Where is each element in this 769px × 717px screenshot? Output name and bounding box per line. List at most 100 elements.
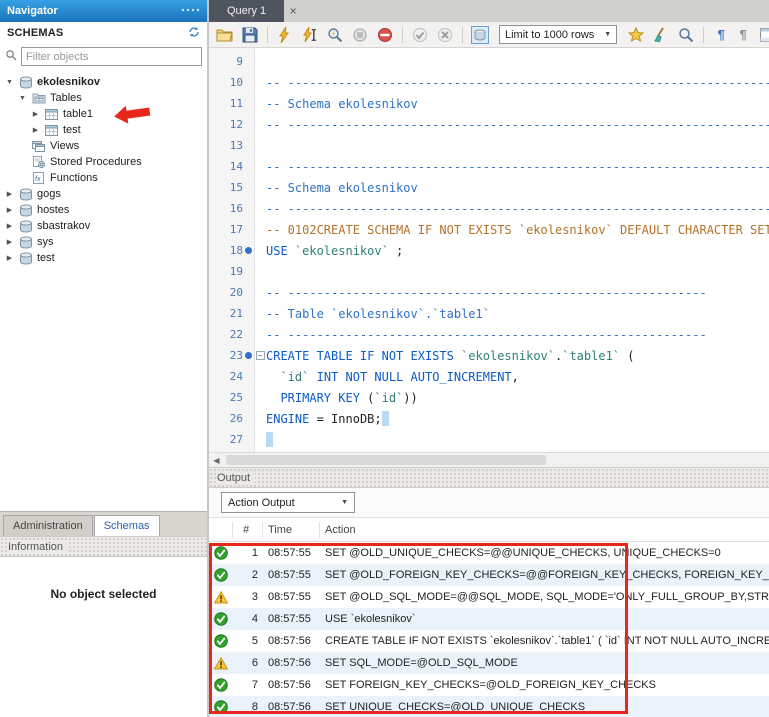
tree-item-tables[interactable]: ▼Tables xyxy=(0,90,207,106)
column-header-time[interactable]: Time xyxy=(263,522,320,538)
expand-arrow-icon[interactable]: ▶ xyxy=(5,222,14,230)
code-text: -- -------------------------------------… xyxy=(266,328,707,342)
wrap-icon[interactable]: ¶ xyxy=(732,25,754,45)
search-icon xyxy=(5,49,17,64)
execute-script-icon[interactable] xyxy=(274,25,296,45)
row-time: 08:57:55 xyxy=(263,613,320,625)
expand-arrow-icon[interactable]: ▶ xyxy=(31,110,40,118)
invisibles-icon[interactable]: ¶ xyxy=(710,25,732,45)
output-view-dropdown[interactable]: Action Output ▼ xyxy=(221,492,355,513)
tree-item-functions[interactable]: fxFunctions xyxy=(0,170,207,186)
row-time: 08:57:56 xyxy=(263,657,320,669)
views-icon xyxy=(31,141,46,152)
tree-item-sbastrakov[interactable]: ▶sbastrakov xyxy=(0,218,207,234)
tree-item-views[interactable]: Views xyxy=(0,138,207,154)
filter-input[interactable] xyxy=(21,47,202,66)
tree-item-stored-procedures[interactable]: Stored Procedures xyxy=(0,154,207,170)
sql-editor[interactable]: 910-- ----------------------------------… xyxy=(209,48,769,452)
row-action: SET SQL_MODE=@OLD_SQL_MODE xyxy=(320,657,769,669)
row-time: 08:57:56 xyxy=(263,679,320,691)
schema-icon xyxy=(18,76,33,89)
success-icon xyxy=(209,678,233,692)
editor-line: 26ENGINE = InnoDB; xyxy=(209,408,769,429)
code-text: ENGINE = InnoDB; xyxy=(266,411,389,426)
output-row[interactable]: 808:57:56SET UNIQUE_CHECKS=@OLD_UNIQUE_C… xyxy=(209,696,769,717)
line-number: 14 xyxy=(209,160,243,173)
beautify-icon[interactable] xyxy=(650,25,672,45)
save-snippet-icon[interactable] xyxy=(625,25,647,45)
tree-item-test[interactable]: ▶test xyxy=(0,122,207,138)
fold-collapse-icon[interactable]: − xyxy=(254,351,266,360)
output-row[interactable]: 708:57:56SET FOREIGN_KEY_CHECKS=@OLD_FOR… xyxy=(209,674,769,696)
stop-on-error-icon[interactable] xyxy=(374,25,396,45)
row-action: SET @OLD_UNIQUE_CHECKS=@@UNIQUE_CHECKS, … xyxy=(320,547,769,559)
code-text: -- Schema ekolesnikov xyxy=(266,97,418,111)
collapse-arrow-icon[interactable]: ▼ xyxy=(5,79,14,86)
autocommit-icon[interactable] xyxy=(469,25,491,45)
scrollbar-track[interactable] xyxy=(224,453,769,467)
close-tab-icon[interactable]: × xyxy=(284,0,302,22)
panel-grip-icon[interactable] xyxy=(180,5,200,18)
limit-rows-dropdown[interactable]: Limit to 1000 rows ▼ xyxy=(499,25,617,44)
line-number: 16 xyxy=(209,202,243,215)
code-text: -- -------------------------------------… xyxy=(266,76,769,90)
tree-item-ekolesnikov[interactable]: ▼ ekolesnikov xyxy=(0,74,207,90)
explain-icon[interactable] xyxy=(324,25,346,45)
editor-line: 15-- Schema ekolesnikov xyxy=(209,177,769,198)
svg-text:fx: fx xyxy=(35,176,41,183)
code-text: -- Schema ekolesnikov xyxy=(266,181,418,195)
tree-item-sys[interactable]: ▶sys xyxy=(0,234,207,250)
tab-administration[interactable]: Administration xyxy=(3,515,93,536)
code-text: -- -------------------------------------… xyxy=(266,286,707,300)
query-tab-label: Query 1 xyxy=(227,5,266,17)
line-number: 23 xyxy=(209,349,243,362)
tree-item-hostes[interactable]: ▶hostes xyxy=(0,202,207,218)
find-icon[interactable] xyxy=(675,25,697,45)
toolbar-separator xyxy=(402,27,403,43)
collapse-arrow-icon[interactable]: ▼ xyxy=(18,95,27,102)
editor-tabstrip: Query 1 × xyxy=(209,0,769,22)
tree-item-test[interactable]: ▶test xyxy=(0,250,207,266)
output-row[interactable]: 208:57:55SET @OLD_FOREIGN_KEY_CHECKS=@@F… xyxy=(209,564,769,586)
no-object-selected-text: No object selected xyxy=(50,587,156,717)
row-action: SET @OLD_SQL_MODE=@@SQL_MODE, SQL_MODE='… xyxy=(320,591,769,603)
output-row[interactable]: 608:57:56SET SQL_MODE=@OLD_SQL_MODE xyxy=(209,652,769,674)
stop-icon[interactable] xyxy=(349,25,371,45)
success-icon xyxy=(209,568,233,582)
execute-statement-icon[interactable] xyxy=(299,25,321,45)
output-row[interactable]: 408:57:55USE `ekolesnikov` xyxy=(209,608,769,630)
line-number: 12 xyxy=(209,118,243,131)
tab-schemas[interactable]: Schemas xyxy=(94,515,160,536)
scroll-left-icon[interactable]: ◀ xyxy=(209,453,224,467)
scrollbar-thumb[interactable] xyxy=(226,455,546,465)
save-icon[interactable] xyxy=(239,25,261,45)
tree-item-label: ekolesnikov xyxy=(37,76,100,88)
tree-item-label: Stored Procedures xyxy=(50,156,142,168)
output-row[interactable]: 308:57:55SET @OLD_SQL_MODE=@@SQL_MODE, S… xyxy=(209,586,769,608)
row-number: 8 xyxy=(233,701,263,713)
editor-hscrollbar[interactable]: ◀ xyxy=(209,452,769,467)
navigator-bottom-tabs: AdministrationSchemas xyxy=(0,511,207,536)
column-header-number[interactable]: # xyxy=(233,522,263,538)
refresh-icon[interactable] xyxy=(188,26,200,41)
rollback-icon[interactable] xyxy=(434,25,456,45)
expand-arrow-icon[interactable]: ▶ xyxy=(5,254,14,262)
line-number: 9 xyxy=(209,55,243,68)
expand-arrow-icon[interactable]: ▶ xyxy=(5,238,14,246)
tree-item-gogs[interactable]: ▶gogs xyxy=(0,186,207,202)
output-row[interactable]: 108:57:55SET @OLD_UNIQUE_CHECKS=@@UNIQUE… xyxy=(209,542,769,564)
commit-icon[interactable] xyxy=(409,25,431,45)
column-header-label: Action xyxy=(325,524,356,536)
column-header-action[interactable]: Action xyxy=(320,522,769,538)
expand-arrow-icon[interactable]: ▶ xyxy=(31,126,40,134)
panels-icon[interactable] xyxy=(757,25,769,45)
line-number: 13 xyxy=(209,139,243,152)
expand-arrow-icon[interactable]: ▶ xyxy=(5,190,14,198)
query-tab[interactable]: Query 1 xyxy=(209,0,284,22)
output-row[interactable]: 508:57:56CREATE TABLE IF NOT EXISTS `eko… xyxy=(209,630,769,652)
open-script-icon[interactable] xyxy=(214,25,236,45)
editor-line: 27 xyxy=(209,429,769,450)
tree-item-label: Views xyxy=(50,140,79,152)
tree-item-table1[interactable]: ▶table1 xyxy=(0,106,207,122)
expand-arrow-icon[interactable]: ▶ xyxy=(5,206,14,214)
